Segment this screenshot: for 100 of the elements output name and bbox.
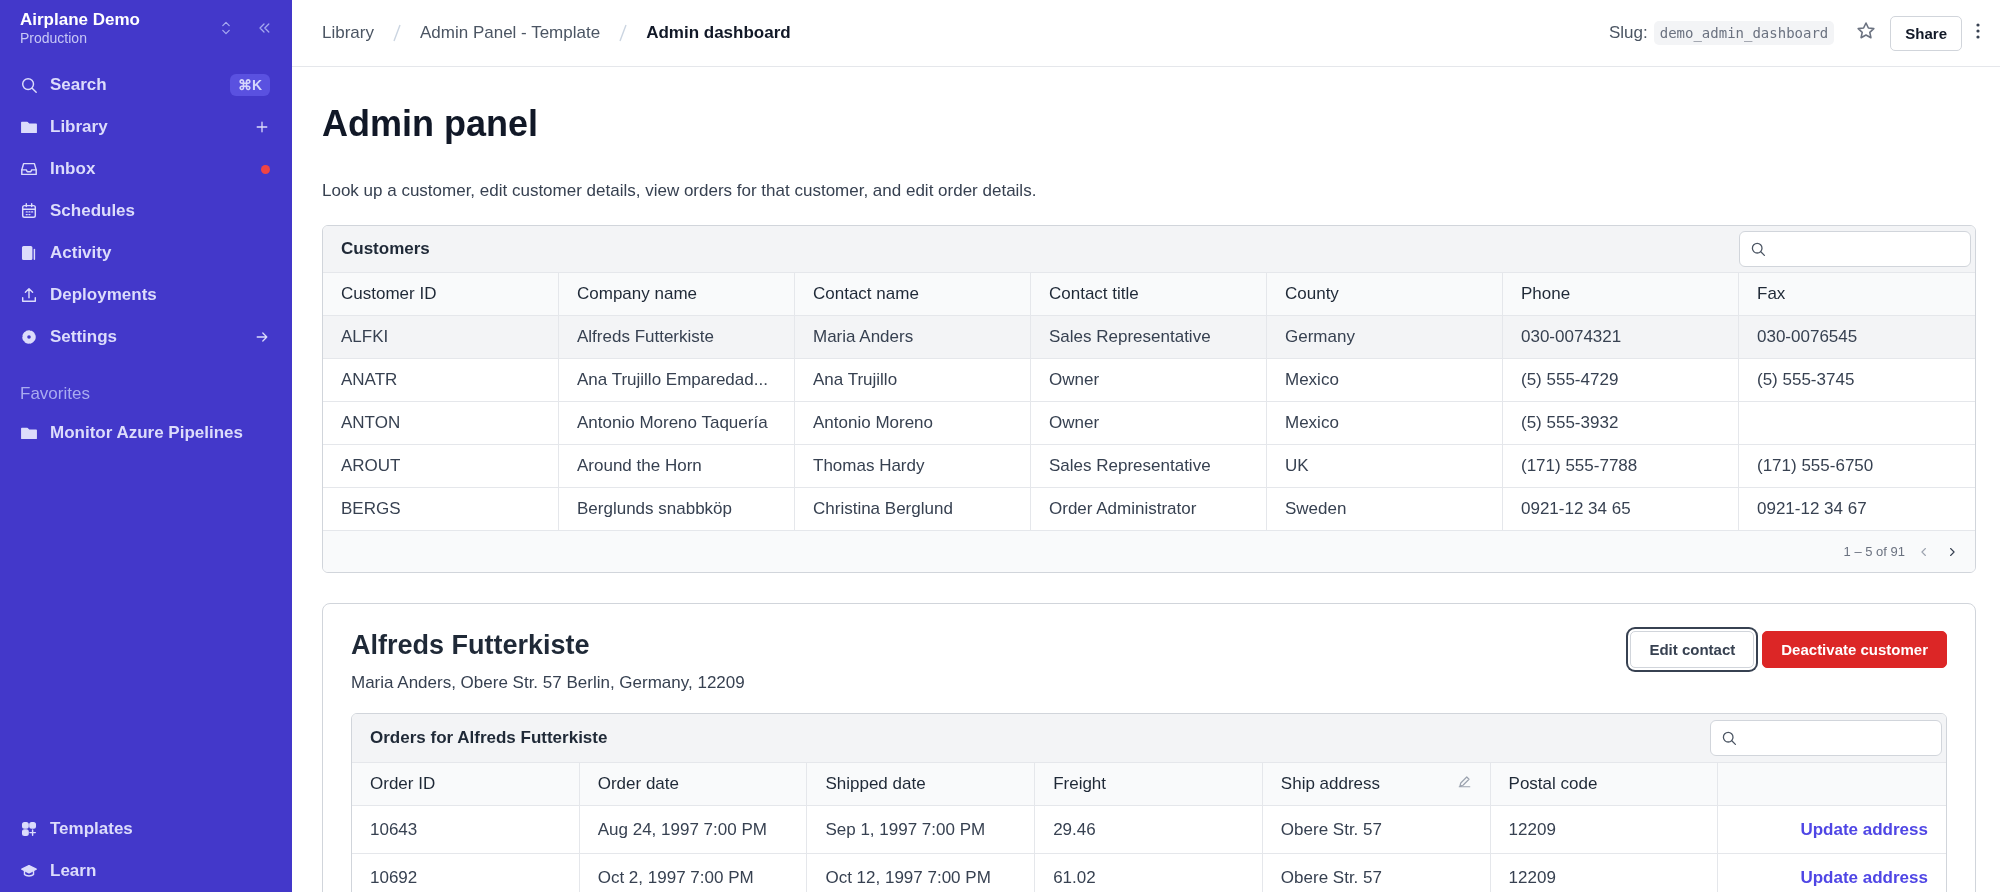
table-row[interactable]: ANTON Antonio Moreno Taquería Antonio Moreno Owner Mexico (5) 555-3932	[323, 402, 1975, 445]
search-field[interactable]	[1710, 720, 1942, 756]
table-cell: Obere Str. 57	[1280, 867, 1382, 888]
grid-plus-icon	[20, 820, 38, 838]
table-cell: Christina Berglund	[813, 499, 953, 519]
more-vertical-icon[interactable]	[1976, 23, 1980, 39]
arrow-right-icon	[254, 329, 270, 345]
page-description: Look up a customer, edit customer details, view orders for that customer, and edit order details.	[322, 181, 1038, 201]
document-icon	[20, 244, 38, 262]
table-row[interactable]: BERGS Berglunds snabbköp Christina Berglund Order Administrator Sweden 0921-12 34 65 0921-12 34 67	[323, 488, 1975, 531]
column-header[interactable]: Contact name	[795, 273, 1031, 315]
table-cell: 0921-12 34 65	[1521, 499, 1631, 519]
table-cell: Ana Trujillo	[813, 370, 898, 390]
slug-value: demo_admin_dashboard	[1653, 21, 1835, 45]
column-header[interactable]: Company name	[559, 273, 795, 315]
page-title: Admin panel	[322, 103, 540, 145]
column-header[interactable]: Ship address	[1280, 774, 1381, 794]
column-header[interactable]: Postal code	[1508, 774, 1598, 794]
table-cell: 12209	[1508, 867, 1556, 888]
table-cell: Aug 24, 1997 7:00 PM	[597, 819, 767, 840]
table-cell: Mexico	[1285, 370, 1339, 390]
favorites-heading: Favorites	[19, 383, 91, 405]
update-address-link[interactable]: Update address	[1800, 819, 1928, 840]
search-icon	[1750, 241, 1766, 257]
table-cell: Germany	[1285, 327, 1355, 347]
table-row[interactable]: ANATR Ana Trujillo Emparedad... Ana Trujillo Owner Mexico (5) 555-4729 (5) 555-3745	[323, 359, 1975, 402]
customer-name: Alfreds Futterkiste	[351, 630, 591, 661]
pencil-icon	[1456, 774, 1472, 789]
favorite-item[interactable]: Monitor Azure Pipelines	[0, 412, 292, 454]
sidebar-item[interactable]: Library	[0, 106, 292, 148]
breadcrumb-separator	[391, 23, 402, 43]
column-header[interactable]: County	[1267, 273, 1503, 315]
search-icon	[20, 76, 38, 94]
column-header[interactable]: Shipped date	[825, 774, 926, 794]
table-cell: 030-0074321	[1521, 327, 1622, 347]
table-cell: Sales Representative	[1049, 456, 1211, 476]
share-button[interactable]: Share	[1890, 15, 1962, 51]
sidebar-item[interactable]: Activity	[0, 232, 292, 274]
sidebar-item[interactable]: Inbox	[0, 148, 292, 190]
table-cell: UK	[1285, 456, 1309, 476]
sidebar-item[interactable]: Templates	[0, 808, 292, 850]
inbox-icon	[20, 160, 38, 178]
table-cell: ANTON	[341, 413, 401, 433]
table-cell: (171) 555-7788	[1521, 456, 1638, 476]
breadcrumb-item[interactable]: Admin dashboard	[646, 23, 791, 43]
slug-label: Slug:	[1608, 23, 1648, 43]
calendar-icon	[20, 202, 38, 220]
table-cell: (5) 555-3745	[1757, 370, 1855, 390]
table-cell: (5) 555-3932	[1521, 413, 1619, 433]
pagination-label: 1 – 5 of 91	[1843, 544, 1905, 559]
update-address-link[interactable]: Update address	[1800, 867, 1928, 888]
shortcut-badge: ⌘K	[229, 74, 270, 96]
table-cell: ALFKI	[341, 327, 389, 347]
table-cell: ANATR	[341, 370, 398, 390]
table-cell: 0921-12 34 67	[1757, 499, 1867, 519]
table-row[interactable]: ALFKI Alfreds Futterkiste Maria Anders Sales Representative Germany 030-0074321 030-0076545	[323, 316, 1975, 359]
table-cell: Sweden	[1285, 499, 1347, 519]
search-field[interactable]	[1739, 231, 1971, 267]
table-cell: Mexico	[1285, 413, 1339, 433]
sidebar-item[interactable]: Search ⌘K	[0, 64, 292, 106]
column-header[interactable]: Order ID	[370, 774, 436, 794]
column-header[interactable]: Fax	[1739, 273, 1975, 315]
table-cell: Antonio Moreno Taquería	[577, 413, 768, 433]
table-cell: Obere Str. 57	[1280, 819, 1382, 840]
deactivate-button[interactable]: Deactivate customer	[1762, 631, 1947, 668]
star-icon	[1856, 21, 1877, 41]
table-cell: Owner	[1049, 370, 1100, 390]
table-cell: 61.02	[1053, 867, 1096, 888]
table-cell: Antonio Moreno	[813, 413, 934, 433]
column-header[interactable]: Customer ID	[323, 273, 559, 315]
sidebar-item[interactable]: Settings	[0, 316, 292, 358]
table-cell: Around the Horn	[577, 456, 702, 476]
column-header[interactable]: Order date	[597, 774, 679, 794]
table-cell: Thomas Hardy	[813, 456, 925, 476]
graduation-cap-icon	[20, 862, 38, 880]
breadcrumb-item[interactable]: Library	[322, 23, 374, 43]
table-cell: BERGS	[341, 499, 401, 519]
table-cell: 030-0076545	[1757, 327, 1858, 347]
table-cell: Sales Representative	[1049, 327, 1211, 347]
sidebar-item[interactable]: Learn	[0, 850, 292, 892]
plus-icon	[254, 119, 270, 135]
workspace-name[interactable]: Airplane Demo	[20, 10, 196, 30]
column-header[interactable]: Phone	[1503, 273, 1739, 315]
table-cell: Berglunds snabbköp	[577, 499, 732, 519]
table-row[interactable]: AROUT Around the Horn Thomas Hardy Sales Representative UK (171) 555-7788 (171) 555-6750	[323, 445, 1975, 488]
table-cell: (5) 555-4729	[1521, 370, 1619, 390]
table-cell: 10692	[370, 867, 418, 888]
breadcrumb-item[interactable]: Admin Panel - Template	[419, 23, 601, 43]
table-cell: AROUT	[341, 456, 401, 476]
column-header[interactable]: Contact title	[1031, 273, 1267, 315]
search-icon	[1721, 730, 1737, 746]
sidebar-item[interactable]: Schedules	[0, 190, 292, 232]
sidebar-item[interactable]: Deployments	[0, 274, 292, 316]
table-title: Orders for Alfreds Futterkiste	[370, 728, 609, 748]
upload-icon	[20, 286, 38, 304]
table-cell: Sep 1, 1997 7:00 PM	[825, 819, 986, 840]
table-cell: 10643	[370, 819, 418, 840]
breadcrumb-separator	[618, 23, 629, 43]
table-cell: Ana Trujillo Emparedad...	[577, 370, 768, 390]
column-header[interactable]: Freight	[1053, 774, 1107, 794]
